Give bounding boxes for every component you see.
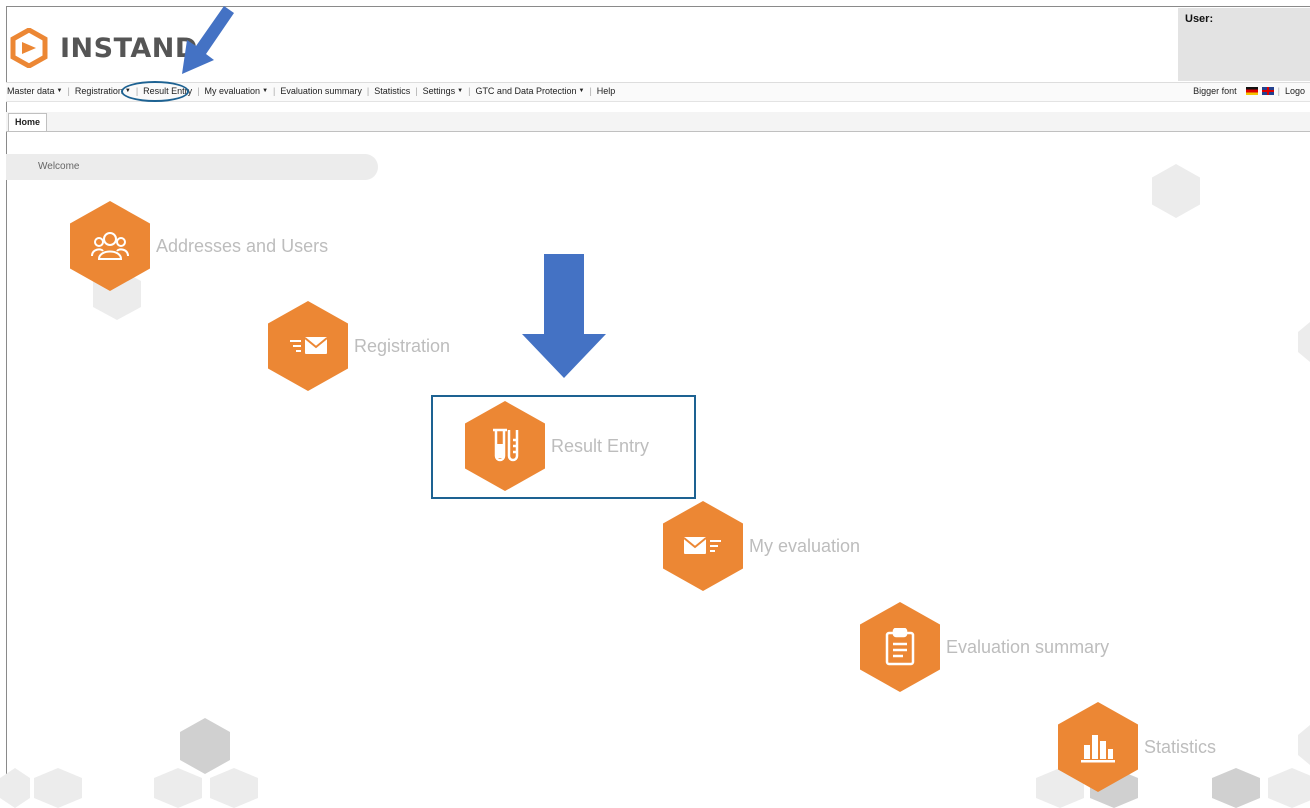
tile-my-evaluation[interactable]: My evaluation <box>663 501 860 591</box>
clipboard-icon <box>885 628 915 666</box>
uk-flag-icon[interactable] <box>1261 87 1274 95</box>
tile-registration[interactable]: Registration <box>268 301 450 391</box>
tile-label: Statistics <box>1144 736 1217 757</box>
annotation-highlight-box <box>431 395 696 499</box>
caret-down-icon: ▼ <box>578 88 585 94</box>
users-icon <box>91 232 129 260</box>
menu-master-data[interactable]: Master data ▼ <box>6 86 67 96</box>
tile-hexagon <box>1058 702 1138 792</box>
menu-label: Statistics <box>374 86 411 96</box>
tile-label: My evaluation <box>749 535 861 556</box>
welcome-bar: Welcome <box>6 154 378 180</box>
menu-label: Settings <box>422 86 456 96</box>
menu-label: Registration <box>74 86 123 96</box>
menu-my-evaluation[interactable]: My evaluation ▼ <box>200 86 273 96</box>
bar-chart-icon <box>1081 735 1115 763</box>
annotation-arrow-down-icon <box>522 254 606 378</box>
caret-down-icon: ▼ <box>457 88 464 94</box>
caret-down-icon: ▼ <box>262 88 269 94</box>
menu-label: Master data <box>7 86 55 96</box>
receive-mail-icon <box>683 537 721 554</box>
tab-home[interactable]: Home <box>8 113 48 131</box>
welcome-text: Welcome <box>38 161 80 172</box>
menu-label: Help <box>596 86 616 96</box>
menu-settings[interactable]: Settings ▼ <box>418 86 468 96</box>
menu-statistics[interactable]: Statistics <box>369 86 415 96</box>
logo-mark-icon <box>10 28 48 68</box>
menu-label: Evaluation summary <box>280 86 362 96</box>
menu-label: GTC and Data Protection <box>475 86 577 96</box>
tile-hexagon <box>268 301 348 391</box>
menu-label: My evaluation <box>204 86 261 96</box>
annotation-ellipse <box>121 81 189 102</box>
user-label: User: <box>1185 13 1214 25</box>
tile-hexagon <box>663 501 743 591</box>
tile-evaluation-summary[interactable]: Evaluation summary <box>860 602 1109 692</box>
annotation-arrow-diagonal-icon <box>182 6 234 74</box>
logout-link[interactable]: Logo <box>1280 86 1310 96</box>
caret-down-icon: ▼ <box>56 88 63 94</box>
menu-evaluation-summary[interactable]: Evaluation summary <box>275 86 367 96</box>
tile-statistics[interactable]: Statistics <box>1058 702 1216 792</box>
german-flag-icon[interactable] <box>1245 87 1258 95</box>
user-panel: User: <box>1178 8 1310 81</box>
menu-help[interactable]: Help <box>592 86 621 96</box>
tile-label: Registration <box>354 335 451 356</box>
tile-label: Evaluation summary <box>946 636 1110 657</box>
tile-addresses-and-users[interactable]: Addresses and Users <box>70 201 328 291</box>
tile-hexagon <box>860 602 940 692</box>
main-menu-bar: Master data ▼ | Registration ▼ | Result En… <box>6 82 1310 102</box>
bigger-font-link[interactable]: Bigger font <box>1192 86 1242 96</box>
tile-hexagon <box>70 201 150 291</box>
menu-gtc-data-protection[interactable]: GTC and Data Protection ▼ <box>470 86 589 96</box>
tab-strip: Home <box>6 112 1310 132</box>
send-mail-icon <box>290 337 328 354</box>
tile-label: Addresses and Users <box>156 235 329 256</box>
